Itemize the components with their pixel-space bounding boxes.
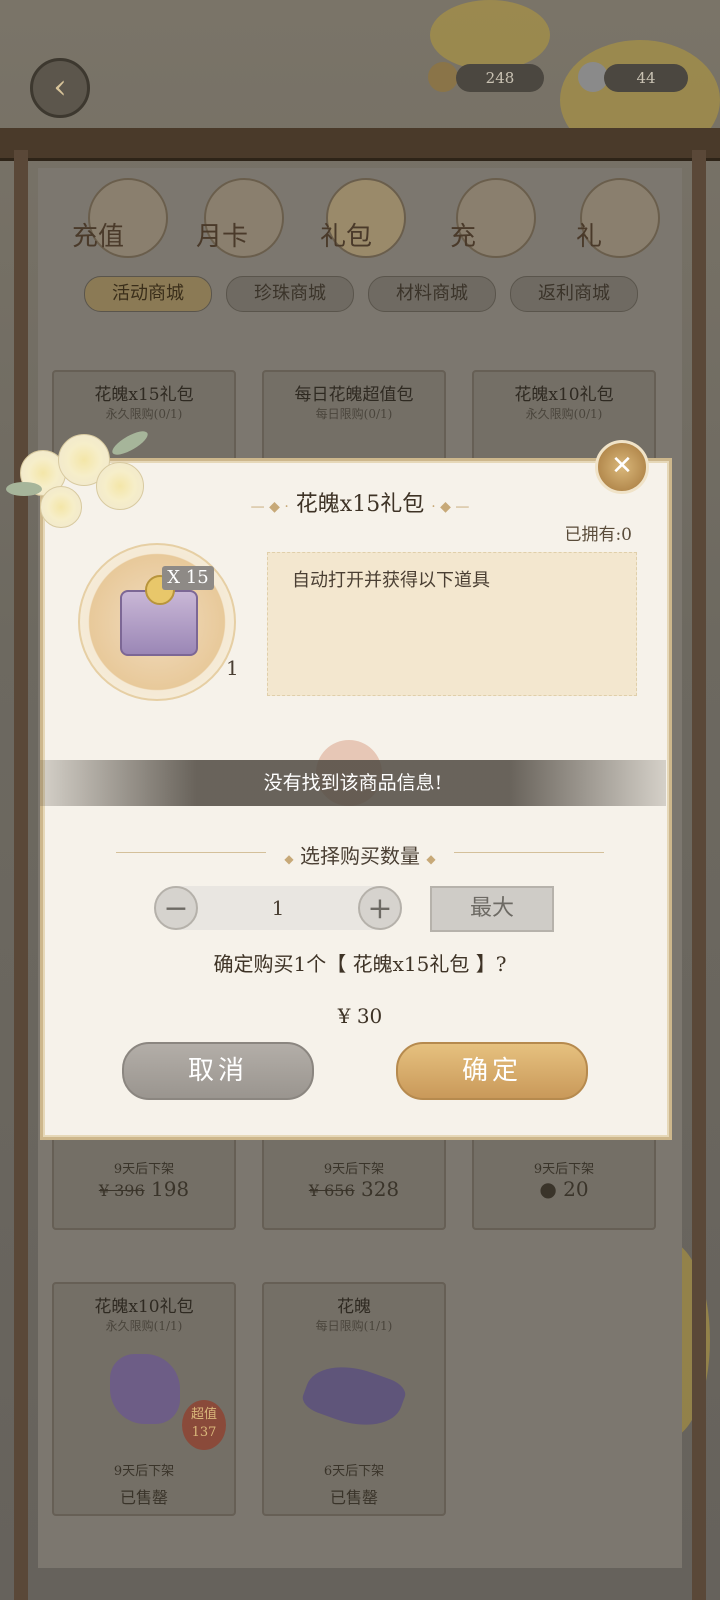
shop-frame-top (0, 128, 720, 161)
card-limit: 永久限购(0/1) (105, 407, 183, 421)
cancel-button[interactable]: 取消 (122, 1042, 314, 1100)
shop-card[interactable]: 花魄x10礼包 永久限购(1/1) 超值 137 9天后下架 已售罄 (52, 1282, 236, 1516)
tab-gift-box-label: 充 (450, 222, 477, 252)
value-badge-label: 超值 (190, 1407, 217, 1422)
back-button[interactable]: ‹ (30, 58, 90, 118)
pearl-price-icon: ● (539, 1177, 557, 1201)
value-badge-number: 137 (191, 1425, 217, 1440)
card-title: 花魄x10礼包 (514, 385, 614, 405)
shop-card-bottom[interactable]: 9天后下架 ¥ 656 328 (262, 1136, 446, 1230)
flower-soul-item-icon (110, 1354, 180, 1424)
increase-quantity-button[interactable]: + (358, 886, 402, 930)
confirm-purchase-text: 确定购买1个【 花魄x15礼包 】? (213, 952, 507, 976)
card-status: 已售罄 (119, 1488, 168, 1507)
title-ornament-left-icon: — ◆ · (250, 499, 289, 515)
card-expiry: 9天后下架 (533, 1162, 595, 1177)
card-expiry: 9天后下架 (113, 1162, 175, 1177)
quantity-value[interactable]: 1 (200, 886, 356, 930)
card-new-price: 20 (563, 1177, 589, 1201)
label-ornament-right-icon: ◆ (426, 852, 436, 866)
card-title: 花魄 (337, 1297, 371, 1317)
shop-card-bottom[interactable]: 9天后下架 ● 20 (472, 1136, 656, 1230)
select-quantity-text: 选择购买数量 (300, 844, 420, 868)
card-expiry: 6天后下架 (323, 1464, 385, 1479)
card-new-price: 198 (150, 1177, 190, 1201)
decrease-quantity-button[interactable]: − (154, 886, 198, 930)
minus-icon: − (163, 891, 189, 926)
card-price: ● 20 (474, 1177, 654, 1201)
shop-card-bottom[interactable]: 9天后下架 ¥ 396 198 (52, 1136, 236, 1230)
plus-icon: + (367, 891, 393, 926)
tab-monthly-card-label: 月卡 (196, 222, 249, 252)
tab-shop-label: 礼 (576, 222, 603, 252)
owned-count: 已拥有:0 (564, 525, 632, 545)
confirm-button[interactable]: 确定 (396, 1042, 588, 1100)
toast-message: 没有找到该商品信息! (40, 760, 666, 806)
frame-pillar-left (14, 150, 28, 1600)
card-price: ¥ 396 198 (54, 1177, 234, 1201)
shop-card[interactable]: 花魄 每日限购(1/1) 6天后下架 已售罄 (262, 1282, 446, 1516)
card-old-price: ¥ 396 (98, 1181, 145, 1200)
close-icon: ✕ (611, 451, 633, 481)
item-count: 1 (226, 656, 239, 680)
dialog-title: — ◆ · 花魄x15礼包 · ◆ — (0, 486, 720, 518)
title-ornament-right-icon: · ◆ — (431, 499, 470, 515)
item-quantity-badge: X 15 (162, 566, 214, 590)
max-quantity-button[interactable]: 最大 (430, 886, 554, 932)
currency-amount-2: 44 (604, 64, 688, 92)
card-limit: 每日限购(1/1) (315, 1319, 393, 1333)
card-limit: 永久限购(0/1) (525, 407, 603, 421)
select-quantity-label: ◆ 选择购买数量 ◆ (0, 840, 720, 869)
card-limit: 每日限购(0/1) (315, 407, 393, 421)
card-old-price: ¥ 656 (308, 1181, 355, 1200)
card-title: 每日花魄超值包 (294, 385, 414, 405)
subtab-activity-shop[interactable]: 活动商城 (84, 276, 212, 312)
card-expiry: 9天后下架 (323, 1162, 385, 1177)
back-arrow-icon: ‹ (53, 67, 67, 107)
card-limit: 永久限购(1/1) (105, 1319, 183, 1333)
item-description: 自动打开并获得以下道具 (292, 570, 490, 591)
total-price: ¥ 30 (337, 1004, 383, 1028)
card-new-price: 328 (360, 1177, 400, 1201)
card-status: 已售罄 (329, 1488, 378, 1507)
label-ornament-left-icon: ◆ (284, 852, 294, 866)
subtab-pearl-shop[interactable]: 珍珠商城 (226, 276, 354, 312)
flower-petal-item-icon (299, 1353, 409, 1439)
subtab-material-shop[interactable]: 材料商城 (368, 276, 496, 312)
value-badge: 超值 137 (182, 1400, 226, 1450)
card-price: ¥ 656 328 (264, 1177, 444, 1201)
dialog-title-text: 花魄x15礼包 (295, 492, 425, 517)
currency-amount-1: 248 (456, 64, 544, 92)
currency-coin-icon (428, 62, 458, 92)
tab-recharge-label: 充值 (72, 222, 125, 252)
card-title: 花魄x15礼包 (94, 385, 194, 405)
frame-pillar-right (692, 150, 706, 1600)
card-title: 花魄x10礼包 (94, 1297, 194, 1317)
blossom-decoration (430, 0, 550, 70)
card-expiry: 9天后下架 (113, 1464, 175, 1479)
tab-gift-pack-label: 礼包 (320, 222, 373, 252)
subtab-rebate-shop[interactable]: 返利商城 (510, 276, 638, 312)
